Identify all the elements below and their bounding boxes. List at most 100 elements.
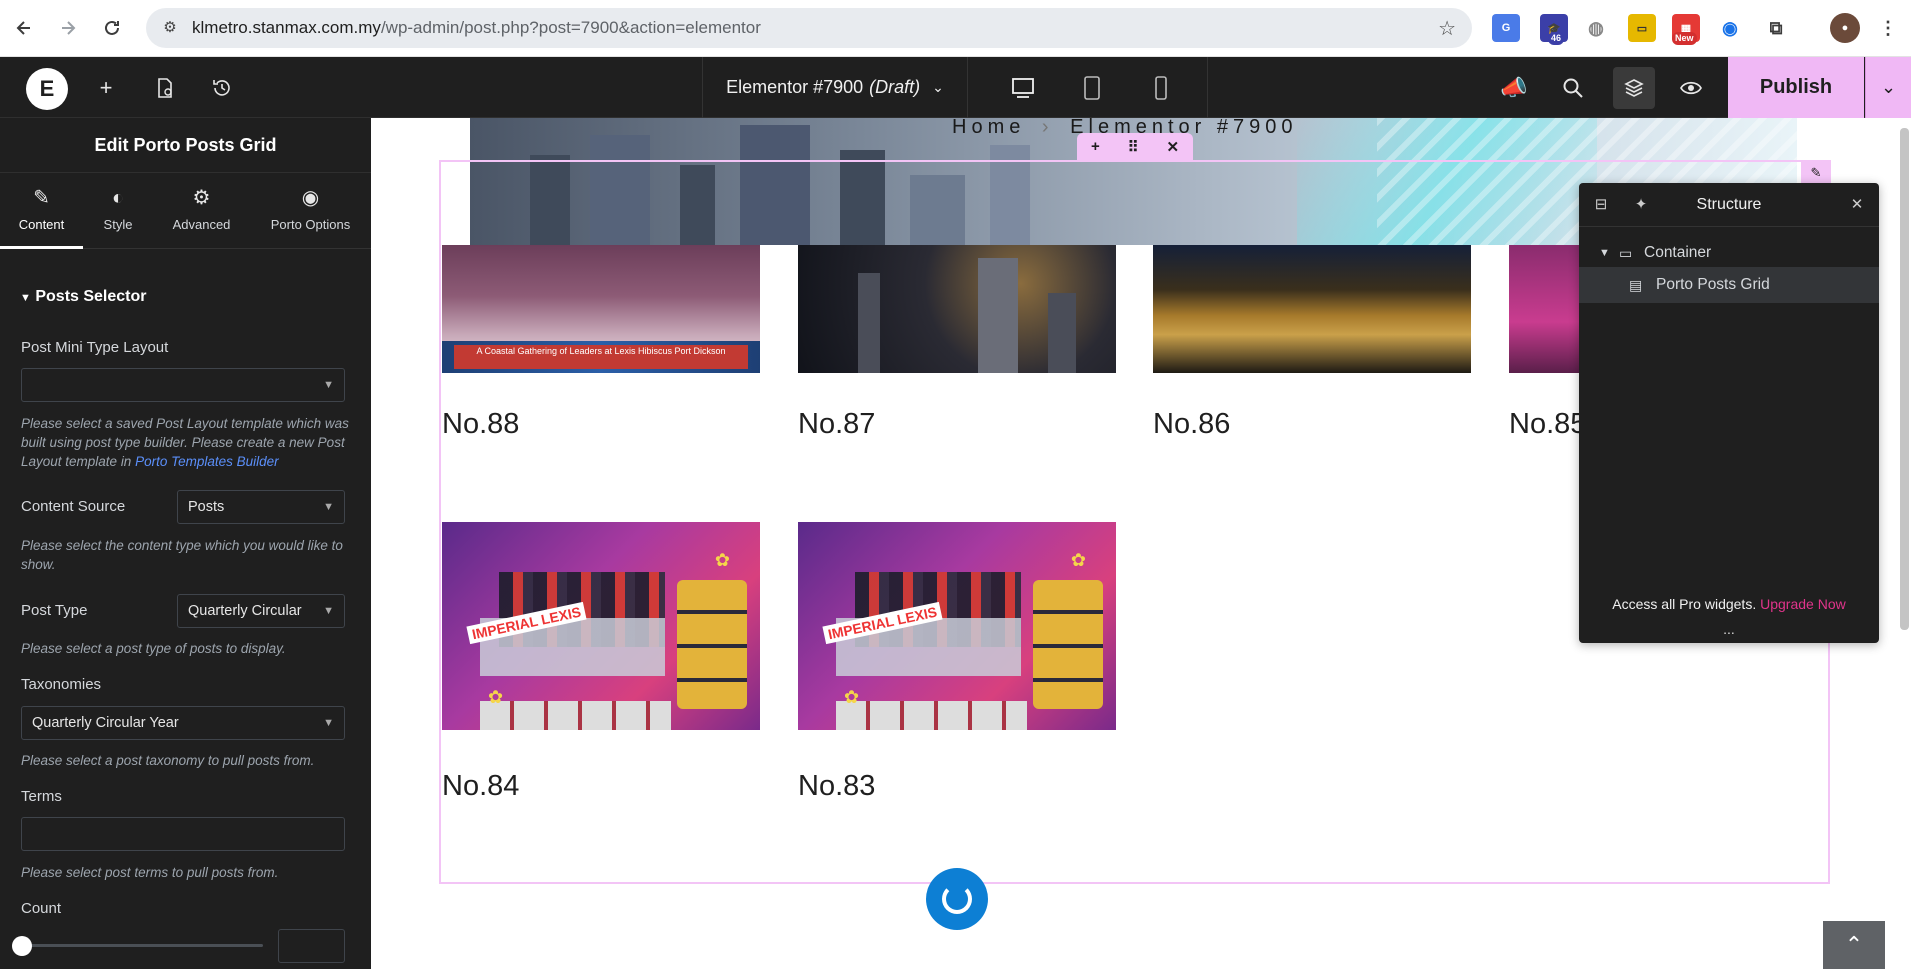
responsive-modes [968,57,1208,118]
structure-item-container[interactable]: ▼ ▭ Container [1579,235,1879,271]
upgrade-promo: Access all Pro widgets. Upgrade Now [1579,596,1879,612]
document-status: (Draft) [869,77,921,97]
taxonomies-select[interactable]: Quarterly Circular Year ▼ [21,706,345,740]
breadcrumb-home-link[interactable]: Home [952,118,1025,138]
count-slider-handle[interactable] [12,936,32,956]
extensions-puzzle-icon[interactable]: ⧉ [1762,14,1790,42]
tab-content[interactable]: ✎ Content [0,173,83,249]
content-source-select[interactable]: Posts ▼ [177,490,345,524]
content-source-label: Content Source [21,498,126,515]
add-container-plus-icon[interactable]: + [1091,138,1100,155]
chrome-menu-icon[interactable]: ⋮ [1874,14,1902,42]
page-settings-icon[interactable] [148,71,182,105]
close-icon[interactable]: ✕ [1847,195,1867,215]
translate-extension-icon[interactable]: G [1492,14,1520,42]
tab-style-label: Style [103,217,133,232]
delete-container-close-icon[interactable]: ✕ [1166,138,1179,156]
upgrade-now-link[interactable]: Upgrade Now [1760,596,1846,612]
resize-handle-dots[interactable]: ... [1579,622,1879,636]
tab-porto-options-label: Porto Options [270,217,351,232]
section-title: Posts Selector [35,288,147,305]
extension-count-badge: 46 [1548,32,1565,45]
structure-layers-icon[interactable] [1613,67,1655,109]
url-text: klmetro.stanmax.com.my/wp-admin/post.php… [192,18,761,37]
chevron-right-icon: › [1041,118,1054,138]
grid-widget-icon: ▤ [1629,277,1643,293]
structure-header: ⊟ ✦ Structure ✕ [1579,183,1879,227]
elementor-top-bar: E + Elementor #7900 (Draft) ⌄ 📣 Publish … [0,57,1911,118]
content-source-value: Posts [188,499,225,515]
forward-icon[interactable] [54,14,82,42]
taxonomies-help: Please select a post taxonomy to pull po… [21,753,315,768]
porto-dot-icon: ◉ [301,187,320,209]
document-name: Elementor #7900 [726,77,864,97]
page-scrollbar[interactable] [1900,128,1909,630]
taxonomies-label: Taxonomies [21,676,102,693]
editor-panel: Edit Porto Posts Grid ✎ Content ◐ Style … [0,118,371,969]
site-info-icon[interactable]: ⚙ [160,18,180,38]
structure-item-porto-posts-grid[interactable]: ▤ Porto Posts Grid [1579,267,1879,303]
structure-item-label: Container [1644,244,1712,261]
terms-input[interactable] [21,817,345,851]
count-label: Count [21,900,62,917]
record-extension-icon[interactable]: ◉ [1716,14,1744,42]
post-mini-layout-select[interactable]: ▼ [21,368,345,402]
add-element-icon[interactable]: + [89,71,123,105]
post-mini-layout-label: Post Mini Type Layout [21,339,169,356]
post-mini-layout-help: Please select a saved Post Layout templa… [21,414,351,471]
profile-avatar[interactable]: ● [1830,13,1860,43]
publish-options-chevron-icon[interactable]: ⌄ [1865,57,1911,118]
section-posts-selector[interactable]: ▼ Posts Selector [20,288,147,306]
caret-down-icon: ▼ [20,292,31,304]
container-icon: ▭ [1619,245,1633,261]
dropdown-caret-icon: ▼ [323,717,334,729]
terms-help: Please select post terms to pull posts f… [21,865,279,880]
document-title[interactable]: Elementor #7900 (Draft) ⌄ [702,57,968,118]
new-badge: New [1672,32,1697,45]
content-source-help: Please select the content type which you… [21,538,343,572]
address-bar[interactable]: ⚙ klmetro.stanmax.com.my/wp-admin/post.p… [146,8,1472,48]
elementor-logo[interactable]: E [26,68,68,110]
tablet-icon[interactable] [1074,72,1110,104]
post-type-value: Quarterly Circular [188,603,302,619]
publish-button[interactable]: Publish [1728,57,1864,118]
tab-advanced[interactable]: ⚙ Advanced [160,173,243,249]
tab-advanced-label: Advanced [172,217,231,232]
preview-eye-icon[interactable] [1674,71,1708,105]
desktop-icon[interactable] [1005,72,1041,104]
history-icon[interactable] [205,71,239,105]
announcements-megaphone-icon[interactable]: 📣 [1497,71,1531,105]
panel-tabs: ✎ Content ◐ Style ⚙ Advanced ◉ Porto Opt… [0,173,371,249]
dropdown-caret-icon: ▼ [323,605,334,617]
tab-style[interactable]: ◐ Style [83,173,153,249]
post-type-help: Please select a post type of posts to di… [21,641,286,656]
count-input[interactable] [278,929,345,963]
panel-title: Edit Porto Posts Grid [0,118,371,173]
porto-templates-builder-link[interactable]: Porto Templates Builder [135,454,279,469]
bookmark-star-icon[interactable]: ☆ [1438,16,1456,41]
browser-toolbar: ⚙ klmetro.stanmax.com.my/wp-admin/post.p… [0,0,1911,57]
post-type-label: Post Type [21,602,88,619]
drag-handle-icon[interactable]: ⠿ [1128,138,1139,156]
scroll-to-top-chevron-up-icon[interactable]: ⌃ [1823,921,1885,969]
globe-extension-icon[interactable]: ◍ [1582,14,1610,42]
structure-title: Structure [1696,196,1762,213]
back-icon[interactable] [10,14,38,42]
mobile-icon[interactable] [1143,72,1179,104]
folder-extension-icon[interactable]: ▭ [1628,14,1656,42]
tab-porto-options[interactable]: ◉ Porto Options [258,173,363,249]
structure-item-label: Porto Posts Grid [1656,276,1770,293]
terms-label: Terms [21,788,62,805]
reload-icon[interactable] [98,14,126,42]
chevron-down-icon: ⌄ [932,79,944,95]
count-slider-track[interactable] [21,944,263,947]
dropdown-caret-icon: ▼ [323,379,334,391]
half-circle-icon: ◐ [111,187,125,209]
search-icon[interactable] [1556,71,1590,105]
post-type-select[interactable]: Quarterly Circular ▼ [177,594,345,628]
dropdown-caret-icon: ▼ [323,501,334,513]
loading-spinner-icon [926,868,988,930]
structure-navigator: ⊟ ✦ Structure ✕ ▼ ▭ Container ▤ Porto Po… [1579,183,1879,643]
pencil-icon: ✎ [33,187,50,209]
caret-down-icon[interactable]: ▼ [1599,235,1610,271]
